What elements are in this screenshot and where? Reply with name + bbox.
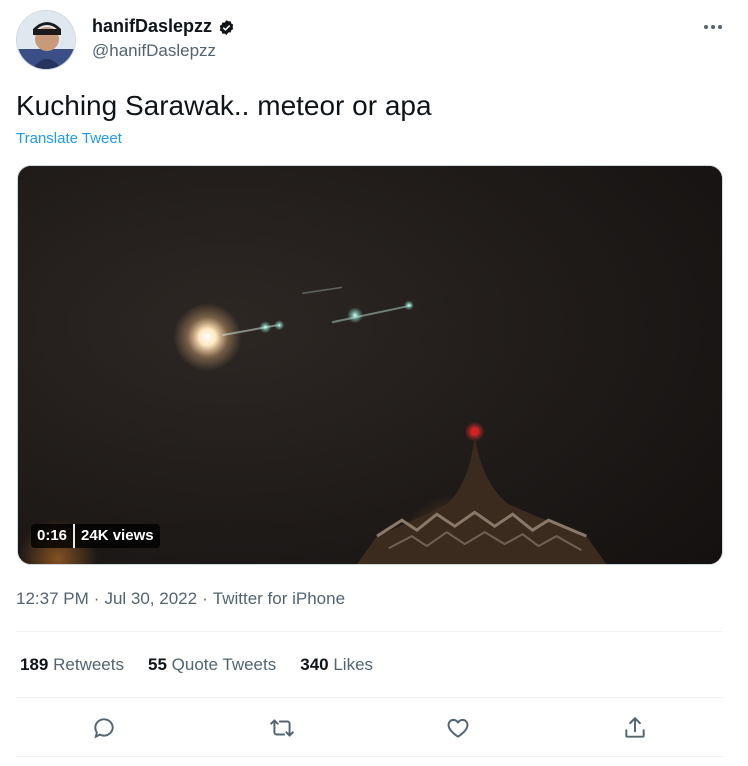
verified-icon bbox=[218, 18, 235, 35]
video-player[interactable]: 0:16 24K views bbox=[17, 165, 723, 565]
reply-icon[interactable] bbox=[90, 714, 118, 742]
retweet-icon[interactable] bbox=[268, 714, 296, 742]
tweet-source[interactable]: Twitter for iPhone bbox=[213, 588, 345, 610]
video-badges: 0:16 24K views bbox=[31, 524, 160, 548]
tweet-metadata: 12:37 PM · Jul 30, 2022 · Twitter for iP… bbox=[16, 588, 345, 610]
retweets-stat[interactable]: 189 Retweets bbox=[20, 654, 124, 676]
quote-tweets-stat[interactable]: 55 Quote Tweets bbox=[148, 654, 276, 676]
share-icon[interactable] bbox=[621, 714, 649, 742]
like-icon[interactable] bbox=[444, 714, 472, 742]
engagement-stats: 189 Retweets 55 Quote Tweets 340 Likes bbox=[20, 654, 373, 676]
video-duration: 0:16 bbox=[31, 524, 74, 548]
more-options-icon[interactable] bbox=[700, 14, 726, 40]
avatar[interactable] bbox=[16, 10, 76, 70]
tweet-time[interactable]: 12:37 PM bbox=[16, 588, 89, 610]
tweet-header: hanifDaslepzz @hanifDaslepzz bbox=[16, 10, 732, 70]
separator: · bbox=[93, 589, 100, 608]
separator: · bbox=[202, 589, 208, 608]
translate-tweet-link[interactable]: Translate Tweet bbox=[16, 129, 122, 149]
divider bbox=[16, 756, 723, 757]
user-info: hanifDaslepzz @hanifDaslepzz bbox=[92, 14, 235, 62]
tweet-date[interactable]: Jul 30, 2022 bbox=[104, 588, 197, 610]
divider bbox=[16, 631, 723, 632]
video-frame bbox=[18, 166, 722, 564]
likes-stat[interactable]: 340 Likes bbox=[300, 654, 373, 676]
action-bar bbox=[16, 706, 723, 750]
user-handle[interactable]: @hanifDaslepzz bbox=[92, 40, 235, 62]
video-views: 24K views bbox=[73, 524, 160, 548]
divider bbox=[16, 697, 723, 698]
tweet-text: Kuching Sarawak.. meteor or apa bbox=[16, 90, 432, 121]
display-name[interactable]: hanifDaslepzz bbox=[92, 14, 235, 38]
